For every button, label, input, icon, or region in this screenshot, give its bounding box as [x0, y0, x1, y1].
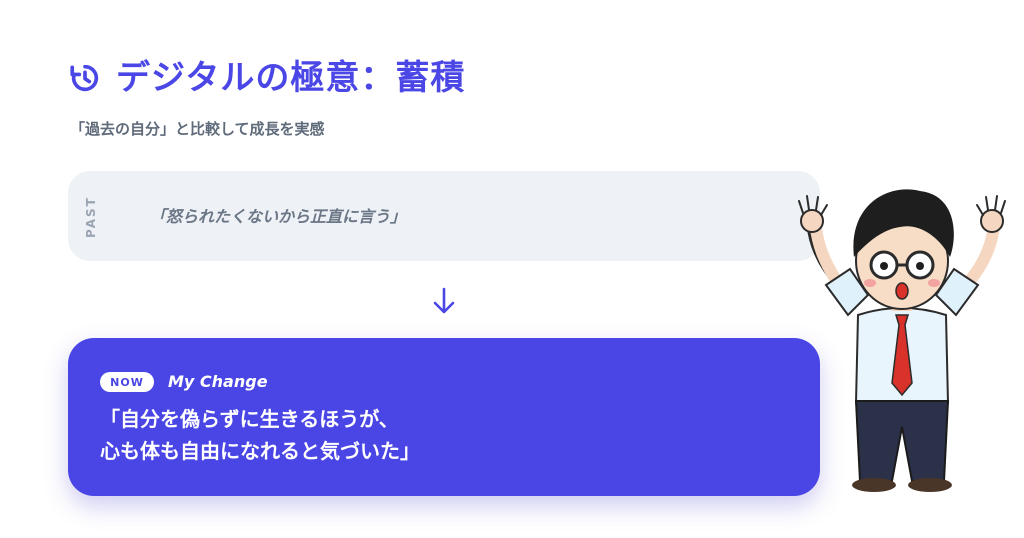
surprised-man-illustration [798, 189, 1006, 492]
now-badge: NOW [100, 372, 154, 392]
history-icon [70, 64, 99, 92]
now-label: My Change [168, 372, 268, 391]
now-quote-line-1: 「自分を偽らずに生きるほうが、 [100, 407, 399, 431]
page-title: デジタルの極意：蓄積 [116, 58, 466, 98]
past-tag: PAST [84, 196, 98, 238]
page-subtitle: 「過去の自分」と比較して成長を実感 [70, 120, 325, 138]
past-quote: 「怒られたくないから正直に言う」 [150, 207, 407, 226]
now-quote-line-2: 心も体も自由になれると気づいた」 [100, 439, 420, 463]
title-row: デジタルの極意：蓄積 [68, 56, 465, 100]
slide: デジタルの極意：蓄積 「過去の自分」と比較して成長を実感 PAST 「怒られたく… [0, 0, 1024, 538]
arrow-down-icon [433, 287, 455, 314]
